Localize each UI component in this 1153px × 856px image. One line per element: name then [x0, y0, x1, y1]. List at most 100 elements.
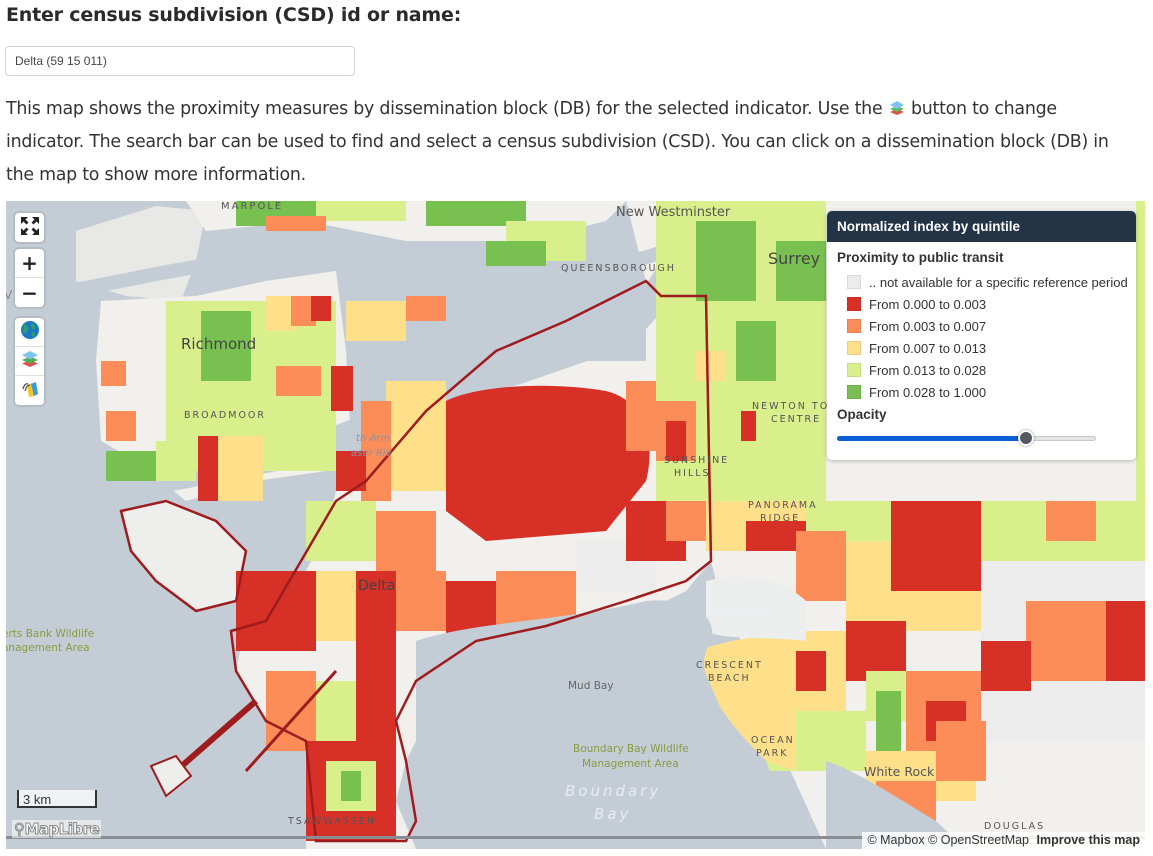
label-mud-bay: Mud Bay — [568, 680, 614, 692]
label-marpole: MARPOLE — [221, 201, 283, 212]
db-block — [106, 451, 156, 481]
db-block — [736, 321, 776, 381]
legend-title: Normalized index by quintile — [827, 211, 1136, 242]
db-block — [1046, 501, 1096, 541]
label-sunshine-2: HILLS — [674, 468, 711, 479]
opacity-slider-thumb[interactable] — [1018, 430, 1035, 446]
basemap-button[interactable] — [15, 318, 44, 347]
db-block — [396, 571, 446, 631]
legend-item-label: .. not available for a specific referenc… — [869, 274, 1128, 290]
label-north-arm-1: th Arm — [356, 433, 390, 444]
maplibre-logo-text: MapLibre — [24, 820, 100, 839]
label-broadmoor: BROADMOOR — [184, 410, 266, 421]
label-north-arm-2: aser Riv — [351, 448, 393, 459]
db-block — [796, 651, 826, 691]
db-block — [276, 366, 321, 396]
legend-swatch — [847, 341, 861, 355]
attribution: © Mapbox © OpenStreetMap Improve this ma… — [862, 832, 1145, 849]
label-delta: Delta — [358, 578, 395, 594]
legend-item: .. not available for a specific referenc… — [847, 271, 1136, 293]
db-block — [316, 201, 406, 221]
db-block — [311, 296, 331, 321]
zoom-control: + − — [15, 249, 44, 307]
label-new-westminster: New Westminster — [616, 205, 731, 220]
label-ocean-park-1: OCEAN — [751, 735, 795, 746]
label-surrey: Surrey — [768, 249, 820, 268]
db-block — [218, 436, 263, 501]
legend-item-label: From 0.000 to 0.003 — [869, 296, 987, 312]
db-block — [936, 721, 986, 781]
opacity-slider[interactable] — [837, 430, 1096, 446]
db-block — [696, 221, 756, 301]
db-block — [981, 641, 1031, 691]
db-block — [331, 366, 353, 411]
db-block — [376, 511, 436, 571]
legend-item-label: From 0.003 to 0.007 — [869, 318, 987, 334]
attribution-osm-link[interactable]: © OpenStreetMap — [928, 833, 1029, 847]
attribution-mapbox-link[interactable]: © Mapbox — [867, 833, 924, 847]
label-richmond: Richmond — [181, 335, 256, 353]
db-block — [1136, 201, 1145, 501]
maplibre-logo[interactable]: ⚲MapLibre — [12, 820, 102, 839]
db-block — [891, 501, 981, 591]
legend-item-label: From 0.028 to 1.000 — [869, 384, 987, 400]
label-tsawwassen: TSAWWASSEN — [287, 816, 376, 827]
legend-item: From 0.028 to 1.000 — [847, 381, 1136, 403]
db-block — [666, 501, 706, 541]
db-block — [1026, 601, 1106, 681]
db-block — [876, 691, 901, 751]
legend-swatch — [847, 319, 861, 333]
db-block — [386, 381, 446, 491]
fullscreen-icon — [20, 216, 40, 240]
legend-items: .. not available for a specific referenc… — [827, 271, 1136, 403]
minus-icon: − — [21, 280, 38, 305]
legend-panel: Normalized index by quintile Proximity t… — [827, 211, 1136, 460]
db-block — [106, 411, 136, 441]
legend-swatch — [847, 275, 861, 289]
label-boundary-bay-2: Bay — [594, 805, 631, 823]
fullscreen-control — [15, 213, 44, 242]
label-sunshine-1: SUNSHINE — [664, 455, 729, 466]
paint-tube-icon — [20, 379, 40, 403]
db-block — [796, 531, 846, 601]
paint-button[interactable] — [15, 376, 44, 405]
db-block — [266, 216, 326, 231]
zoom-in-button[interactable]: + — [15, 249, 44, 278]
label-vancouver-partial: V — [6, 288, 13, 302]
label-crescent-1: CRESCENT — [696, 660, 763, 671]
plus-icon: + — [21, 251, 38, 275]
intro-text: This map shows the proximity measures by… — [6, 93, 1126, 192]
legend-item-label: From 0.007 to 0.013 — [869, 340, 987, 356]
db-block — [741, 411, 756, 441]
layer-controls — [15, 318, 44, 405]
label-white-rock: White Rock — [864, 764, 935, 779]
legend-item: From 0.013 to 0.028 — [847, 359, 1136, 381]
label-douglas: DOUGLAS — [984, 821, 1045, 832]
legend-swatch — [847, 297, 861, 311]
layers-icon — [888, 95, 906, 115]
label-roberts-bank-2: anagement Area — [6, 642, 90, 654]
scale-bar: 3 km — [17, 790, 97, 808]
improve-map-link[interactable]: Improve this map — [1037, 833, 1141, 847]
fullscreen-button[interactable] — [15, 213, 44, 242]
indicator-layers-button[interactable] — [15, 347, 44, 376]
db-block — [486, 241, 546, 266]
map[interactable]: MARPOLE New Westminster QUEENSBOROUGH Su… — [6, 201, 1145, 849]
opacity-slider-fill — [837, 436, 1027, 441]
intro-text-part1: This map shows the proximity measures by… — [6, 99, 888, 119]
zoom-out-button[interactable]: − — [15, 278, 44, 307]
csd-search-input[interactable] — [5, 46, 355, 76]
legend-item: From 0.003 to 0.007 — [847, 315, 1136, 337]
legend-item: From 0.000 to 0.003 — [847, 293, 1136, 315]
db-block — [276, 571, 316, 651]
db-block — [198, 436, 218, 501]
label-boundary-bay-1: Boundary — [565, 782, 661, 800]
db-block — [406, 296, 446, 321]
db-block — [101, 361, 126, 386]
legend-indicator-name: Proximity to public transit — [837, 250, 1004, 265]
label-ocean-park-2: PARK — [756, 748, 788, 759]
db-block — [346, 301, 406, 341]
db-block — [156, 441, 196, 481]
layers-icon — [20, 349, 40, 373]
label-boundary-wma-2: Management Area — [582, 758, 679, 770]
